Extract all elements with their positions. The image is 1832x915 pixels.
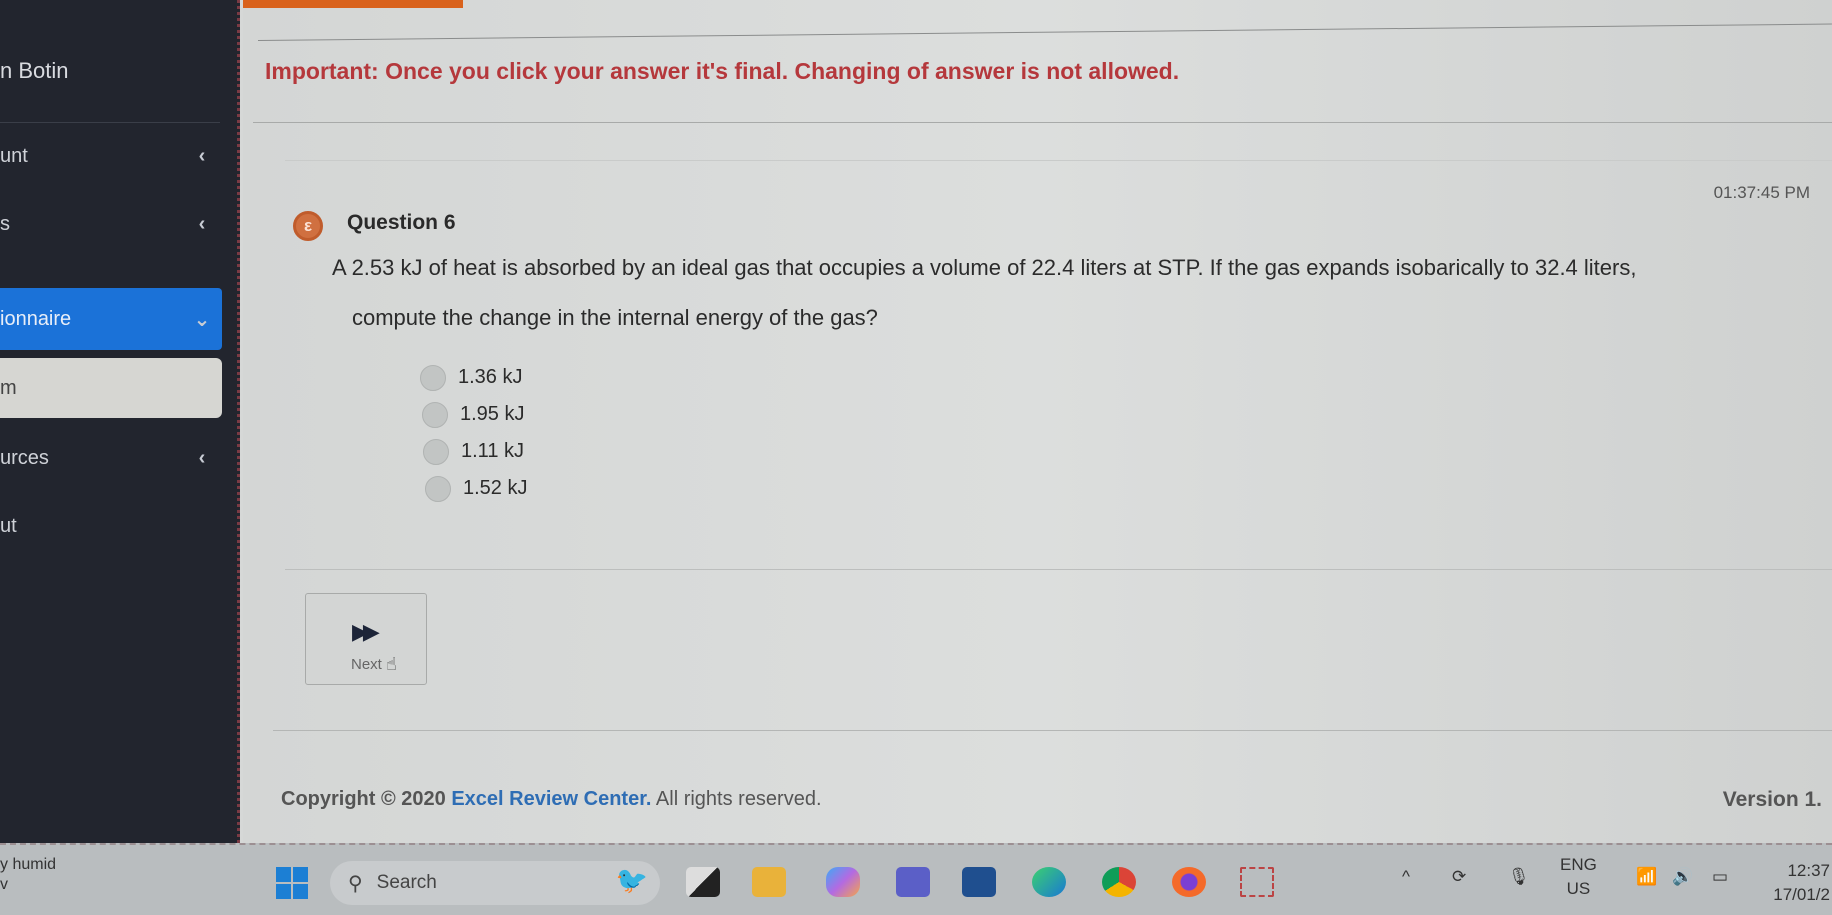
answer-label: 1.11 kJ: [461, 440, 524, 462]
user-name: n Botin: [0, 58, 69, 83]
question-text: A 2.53 kJ of heat is absorbed by an idea…: [332, 243, 1832, 343]
task-view-icon[interactable]: [686, 867, 720, 897]
answer-option[interactable]: 1.11 kJ: [423, 433, 527, 470]
show-hidden-icons-chevron-icon[interactable]: ^: [1402, 867, 1410, 887]
search-icon: ⚲: [348, 872, 363, 895]
language-line1: ENG: [1560, 855, 1597, 874]
question-text-line1: A 2.53 kJ of heat is absorbed by an idea…: [332, 255, 1637, 280]
answer-options: 1.36 kJ 1.95 kJ 1.11 kJ 1.52 kJ: [420, 359, 527, 507]
sidebar-item-label: s: [0, 212, 10, 235]
divider: [273, 730, 1832, 731]
sidebar-item-label: unt: [0, 144, 28, 167]
question-title: Question 6: [347, 211, 456, 234]
radio-button[interactable]: [425, 475, 451, 502]
version-label: Version 1.: [1722, 788, 1822, 811]
copyright: Copyright © 2020 Excel Review Center. Al…: [281, 788, 822, 811]
sync-icon[interactable]: ⟳: [1452, 867, 1466, 887]
answer-option[interactable]: 1.36 kJ: [420, 359, 527, 396]
chrome-icon[interactable]: [1102, 867, 1136, 897]
sidebar-item-questionnaire[interactable]: ionnaire ⌄: [0, 288, 222, 350]
question-card: 01:37:45 PM ε Question 6 A 2.53 kJ of he…: [285, 160, 1832, 570]
sidebar-item-logout[interactable]: ut: [0, 502, 222, 550]
answer-label: 1.95 kJ: [460, 403, 525, 425]
volume-icon[interactable]: 🔊: [1672, 867, 1693, 887]
sidebar-item-account[interactable]: unt ‹: [0, 132, 222, 180]
sidebar-item-label: m: [0, 376, 17, 399]
edge-icon[interactable]: [1032, 867, 1066, 897]
chevron-left-icon: ‹: [198, 212, 206, 235]
timer: 01:37:45 PM: [1713, 183, 1810, 202]
answer-option[interactable]: 1.95 kJ: [422, 396, 527, 433]
divider: [253, 122, 1832, 123]
next-label: Next: [351, 656, 382, 673]
copilot-icon[interactable]: [826, 867, 860, 897]
sidebar-item-s[interactable]: s ‹: [0, 200, 222, 248]
copyright-suffix: All rights reserved.: [651, 788, 822, 810]
top-accent-bar: [243, 0, 463, 8]
radio-button[interactable]: [423, 438, 449, 465]
sidebar-divider: [0, 122, 220, 123]
clock-time: 12:37: [1787, 861, 1830, 880]
fast-forward-icon: ▶▶: [352, 619, 380, 644]
question-text-line2: compute the change in the internal energ…: [352, 305, 878, 330]
brand-link[interactable]: Excel Review Center.: [451, 788, 651, 810]
snipping-tool-icon[interactable]: [1240, 867, 1274, 897]
weather-line2: v: [0, 876, 8, 893]
wifi-icon[interactable]: 📶: [1636, 867, 1657, 887]
sidebar-item-label: ut: [0, 514, 17, 537]
sidebar-item-resources[interactable]: urces ‹: [0, 434, 222, 482]
language-line2: US: [1566, 879, 1591, 898]
search-label: Search: [376, 872, 437, 893]
chevron-left-icon: ‹: [198, 446, 206, 469]
firefox-icon[interactable]: [1172, 867, 1206, 897]
sidebar-item-label: urces: [0, 446, 49, 469]
sidebar-subitem-exam[interactable]: m: [0, 358, 222, 418]
pelican-icon: 🐦: [615, 865, 648, 895]
windows-start-icon[interactable]: [276, 867, 308, 899]
divider: [257, 23, 1832, 41]
file-explorer-icon[interactable]: [752, 867, 786, 897]
taskbar-clock[interactable]: 12:37 17/01/2: [1773, 859, 1830, 907]
radio-button[interactable]: [422, 401, 448, 428]
main-content: Important: Once you click your answer it…: [243, 0, 1832, 843]
chevron-left-icon: ‹: [198, 144, 206, 167]
weather-line1: y humid: [0, 856, 57, 873]
question-number-icon: ε: [293, 211, 323, 241]
microsoft-store-icon[interactable]: [962, 867, 996, 897]
chevron-down-icon: ⌄: [193, 308, 211, 331]
clock-date: 17/01/2: [1773, 885, 1830, 904]
sidebar: n Botin unt ‹ s ‹ ionnaire ⌄ m urces ‹ u…: [0, 0, 240, 843]
answer-label: 1.52 kJ: [463, 477, 528, 499]
teams-icon[interactable]: [896, 867, 930, 897]
answer-option[interactable]: 1.52 kJ: [425, 470, 527, 507]
next-button[interactable]: ▶▶ Next ☝: [305, 593, 427, 685]
radio-button[interactable]: [420, 364, 446, 391]
battery-icon[interactable]: ▭: [1712, 867, 1728, 887]
answer-label: 1.36 kJ: [458, 366, 523, 388]
microphone-icon[interactable]: 🎙: [1508, 867, 1530, 887]
weather-widget[interactable]: y humid v: [0, 855, 56, 895]
language-indicator[interactable]: ENG US: [1560, 853, 1597, 901]
hand-cursor-icon: ☝: [386, 654, 397, 674]
taskbar: y humid v ⚲ Search 🐦 ^ ⟳ 🎙 ENG US 📶 🔊 ▭ …: [0, 843, 1832, 915]
taskbar-search[interactable]: ⚲ Search 🐦: [330, 861, 660, 905]
sidebar-item-label: ionnaire: [0, 307, 72, 330]
important-notice: Important: Once you click your answer it…: [265, 58, 1180, 84]
copyright-prefix: Copyright © 2020: [281, 788, 452, 810]
